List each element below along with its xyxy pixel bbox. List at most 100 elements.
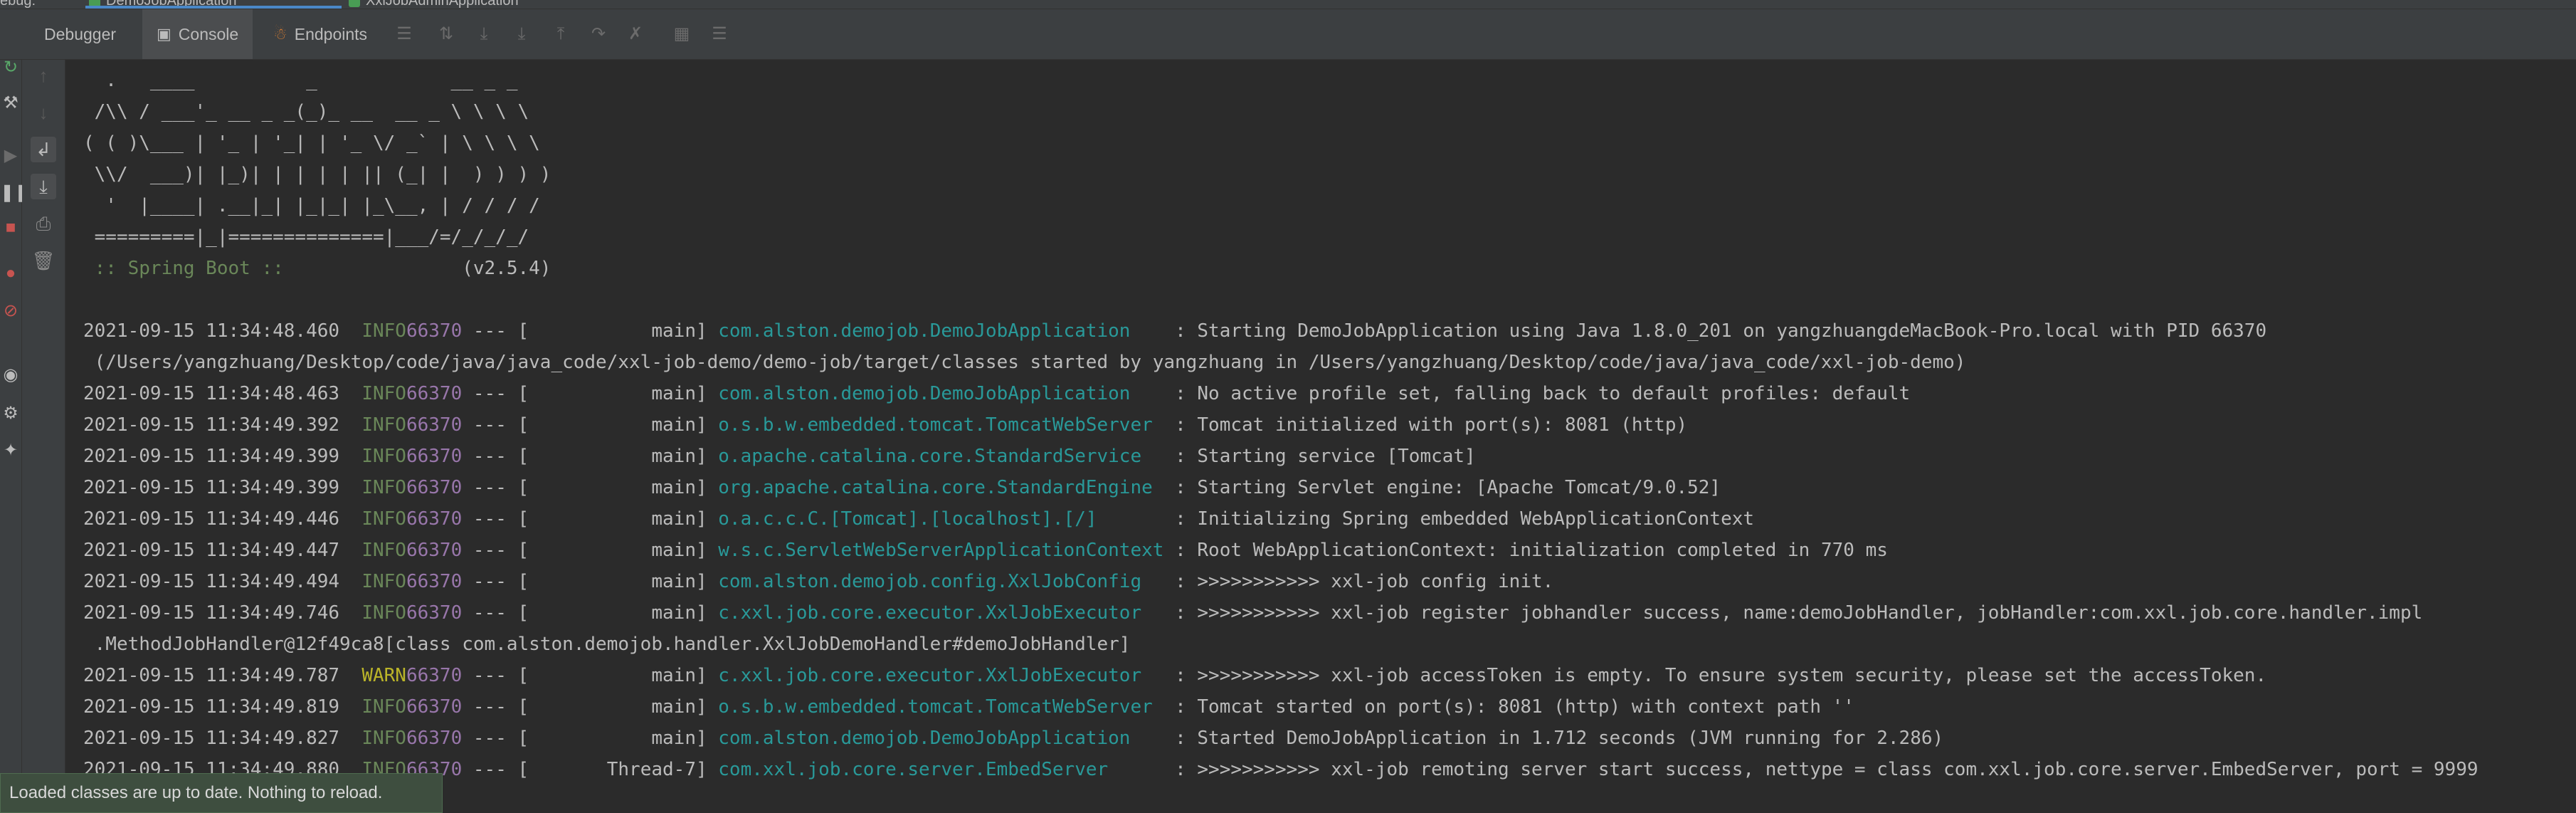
log-level: INFO	[361, 571, 406, 592]
camera-icon[interactable]: ◉	[0, 364, 21, 385]
log-pid: 66370	[406, 446, 463, 467]
log-message: : No active profile set, falling back to…	[1163, 383, 1911, 404]
log-timestamp: 2021-09-15 11:34:48.463	[83, 383, 362, 404]
log-logger: c.xxl.job.core.executor.XxlJobExecutor	[718, 602, 1164, 624]
spring-boot-label: :: Spring Boot ::	[83, 258, 295, 279]
log-logger: o.a.c.c.C.[Tomcat].[localhost].[/]	[718, 508, 1164, 530]
log-line: 2021-09-15 11:34:48.460 INFO66370 --- [ …	[83, 320, 2266, 349]
pin-icon[interactable]: ✦	[0, 440, 21, 461]
log-line: 2021-09-15 11:34:49.746 INFO66370 --- [ …	[83, 602, 2422, 631]
log-level: INFO	[361, 696, 406, 718]
log-timestamp: 2021-09-15 11:34:49.447	[83, 540, 362, 561]
log-pid: 66370	[406, 540, 463, 561]
step-over-icon[interactable]: ⤓	[473, 23, 495, 45]
log-thread: --- [ main]	[462, 665, 719, 686]
log-logger: o.s.b.w.embedded.tomcat.TomcatWebServer	[718, 696, 1164, 718]
banner-line: ( ( )\___ | '_ | '_| | '_ \/ _` | \ \ \ …	[83, 132, 540, 154]
banner-line: ' |____| .__|_| |_|_| |_\__, | / / / /	[83, 195, 540, 216]
log-logger: o.apache.catalina.core.StandardService	[718, 446, 1164, 467]
log-logger: w.s.c.ServletWebServerApplicationContext	[718, 540, 1164, 561]
log-level: WARN	[361, 665, 406, 686]
scroll-to-end-icon[interactable]: ⤓	[31, 174, 56, 199]
step-into-icon[interactable]: ⤓	[511, 23, 532, 45]
console-output[interactable]: . ____ _ __ _ _ /\\ / ___'_ __ _ _(_)_ _…	[65, 60, 2576, 813]
tab-endpoints[interactable]: ☃ Endpoints	[263, 9, 377, 59]
log-thread: --- [ main]	[462, 571, 719, 592]
log-logger: c.xxl.job.core.executor.XxlJobExecutor	[718, 665, 1164, 686]
log-logger: com.alston.demojob.DemoJobApplication	[718, 728, 1164, 749]
log-line-continuation: .MethodJobHandler@12f49ca8[class com.als…	[83, 634, 1131, 655]
log-timestamp: 2021-09-15 11:34:48.460	[83, 320, 362, 342]
run-to-cursor-icon[interactable]: ↷	[588, 23, 609, 45]
log-level: INFO	[361, 414, 406, 436]
log-message: : Tomcat started on port(s): 8081 (http)…	[1163, 696, 1854, 718]
tab-debugger[interactable]: Debugger	[34, 9, 126, 59]
log-thread: --- [ main]	[462, 602, 719, 624]
resume-icon[interactable]: ▶	[0, 145, 21, 166]
log-message: : Root WebApplicationContext: initializa…	[1163, 540, 1888, 561]
gear-icon[interactable]: ⚙	[0, 403, 21, 424]
log-timestamp: 2021-09-15 11:34:49.399	[83, 477, 362, 498]
show-execution-point-icon[interactable]: ⇅	[436, 23, 457, 45]
log-thread: --- [ main]	[462, 477, 719, 498]
log-thread: --- [ main]	[462, 320, 719, 342]
log-level: INFO	[361, 446, 406, 467]
log-thread: --- [ main]	[462, 696, 719, 718]
log-logger: com.alston.demojob.DemoJobApplication	[718, 320, 1164, 342]
log-timestamp: 2021-09-15 11:34:49.392	[83, 414, 362, 436]
log-level: INFO	[361, 320, 406, 342]
run-label: ebug:	[0, 0, 36, 9]
log-pid: 66370	[406, 383, 463, 404]
table-icon[interactable]: ▦	[671, 23, 692, 45]
banner-line: \\/ ___)| |_)| | | | | || (_| | ) ) ) )	[83, 164, 551, 185]
view-breakpoints-icon[interactable]: ●	[0, 263, 21, 283]
log-thread: --- [ main]	[462, 540, 719, 561]
up-arrow-icon[interactable]: ↑	[31, 63, 56, 88]
log-pid: 66370	[406, 665, 463, 686]
log-pid: 66370	[406, 728, 463, 749]
log-timestamp: 2021-09-15 11:34:49.446	[83, 508, 362, 530]
log-pid: 66370	[406, 320, 463, 342]
log-thread: --- [ Thread-7]	[462, 759, 719, 780]
log-message: : >>>>>>>>>>> xxl-job config init.	[1163, 571, 1554, 592]
tab-console[interactable]: ▣ Console	[142, 9, 253, 59]
print-icon[interactable]: ⎙	[31, 211, 56, 236]
log-logger: com.alston.demojob.config.XxlJobConfig	[718, 571, 1164, 592]
log-pid: 66370	[406, 414, 463, 436]
spring-boot-version: (v2.5.4)	[295, 258, 551, 279]
endpoints-icon: ☃	[273, 25, 287, 43]
step-out-icon[interactable]: ⤒	[550, 23, 571, 45]
log-level: INFO	[361, 383, 406, 404]
log-pid: 66370	[406, 696, 463, 718]
log-message: : >>>>>>>>>>> xxl-job remoting server st…	[1163, 759, 2479, 780]
stop-icon[interactable]: ■	[0, 218, 21, 238]
evaluate-expression-icon[interactable]: ✗	[625, 23, 646, 45]
down-arrow-icon[interactable]: ↓	[31, 100, 56, 125]
log-message: : Initializing Spring embedded WebApplic…	[1163, 508, 1755, 530]
log-line: 2021-09-15 11:34:49.446 INFO66370 --- [ …	[83, 508, 1754, 537]
console-side-toolbar: ↑ ↓ ↲ ⤓ ⎙ 🗑	[22, 60, 65, 813]
banner-line: . ____ _ __ _ _	[83, 70, 518, 91]
log-line: 2021-09-15 11:34:49.447 INFO66370 --- [ …	[83, 540, 1888, 568]
log-level: INFO	[361, 602, 406, 624]
layout-icon[interactable]: ☰	[394, 23, 415, 45]
pause-icon[interactable]: ❚❚	[0, 182, 28, 203]
settings-list-icon[interactable]: ☰	[709, 23, 730, 45]
log-thread: --- [ main]	[462, 414, 719, 436]
soft-wrap-icon[interactable]: ↲	[31, 137, 56, 162]
reload-status-toast: Loaded classes are up to date. Nothing t…	[0, 773, 443, 813]
rerun-icon[interactable]: ↻	[0, 57, 21, 78]
mute-breakpoints-icon[interactable]: ⊘	[0, 300, 21, 321]
debug-left-toolbar: ↻ ⚒ ▶ ❚❚ ■ ● ⊘ ◉ ⚙ ✦	[0, 57, 28, 813]
log-line: 2021-09-15 11:34:49.827 INFO66370 --- [ …	[83, 728, 1943, 756]
log-message: : >>>>>>>>>>> xxl-job accessToken is emp…	[1163, 665, 2267, 686]
trash-icon[interactable]: 🗑	[31, 248, 56, 273]
banner-line: /\\ / ___'_ __ _ _(_)_ __ __ _ \ \ \ \	[83, 101, 529, 122]
wrench-icon[interactable]: ⚒	[0, 93, 21, 113]
log-pid: 66370	[406, 602, 463, 624]
log-pid: 66370	[406, 477, 463, 498]
debug-toolbar: Debugger ▣ Console ☃ Endpoints ☰ ⇅ ⤓ ⤓ ⤒…	[0, 9, 2576, 60]
run-tabs-strip: ebug: DemoJobApplication XxlJobAdminAppl…	[0, 0, 2576, 9]
log-pid: 66370	[406, 571, 463, 592]
run-tab-xxljobadmin[interactable]: XxlJobAdminApplication	[349, 0, 519, 9]
